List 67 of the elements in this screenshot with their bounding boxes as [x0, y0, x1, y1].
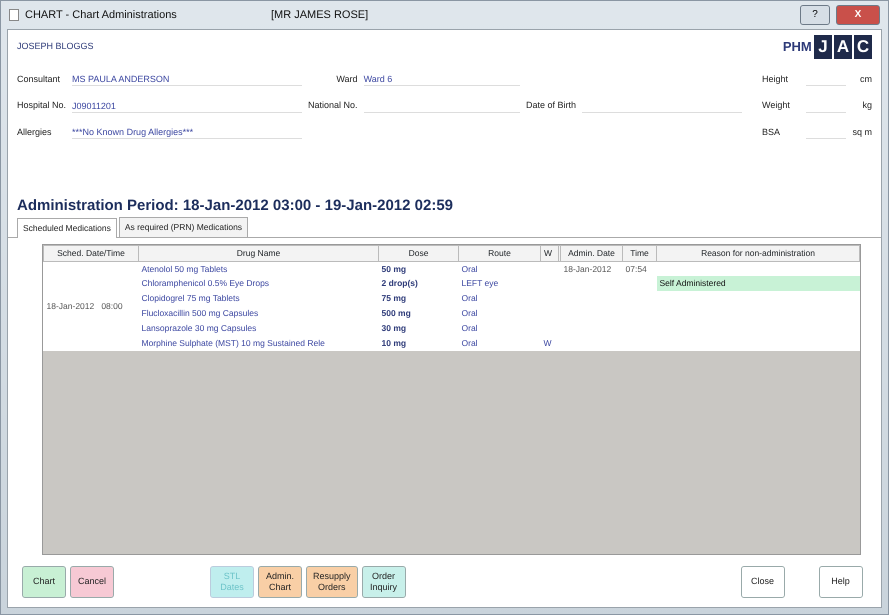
table-cell: Oral — [462, 293, 478, 304]
column-header: Time — [622, 246, 656, 262]
column-header: Dose — [378, 246, 458, 262]
table-cell: 07:54 — [626, 264, 647, 274]
unit-label: sq m — [852, 126, 872, 139]
patient-name: JOSEPH BLOGGS — [17, 40, 94, 53]
field-label: National No. — [308, 99, 358, 112]
field-value: J09011201 — [72, 100, 302, 112]
column-header: Drug Name — [138, 246, 378, 262]
field-label: Date of Birth — [526, 99, 576, 112]
logo-letter: A — [834, 34, 852, 58]
logo-letter: J — [814, 34, 832, 58]
field-label: Consultant — [17, 72, 62, 86]
action-button[interactable]: Cancel — [70, 566, 114, 598]
action-button[interactable]: Admin. Chart — [258, 566, 302, 598]
window-icon — [9, 9, 19, 21]
period-heading: Administration Period: 18-Jan-2012 03:00 - 19-Jan-2012 02:59 — [17, 197, 454, 215]
tab[interactable]: Scheduled Medications — [17, 218, 117, 238]
tab[interactable]: As required (PRN) Medications — [118, 217, 248, 237]
patient-name: [MR JAMES ROSE] — [271, 8, 368, 23]
table-cell: Oral — [462, 323, 478, 334]
field-label: Hospital No. — [17, 99, 66, 112]
field-label: Allergies — [17, 126, 53, 139]
column-header: W — [540, 246, 558, 262]
logo-letter: C — [854, 34, 872, 58]
column-header: Admin. Date — [560, 246, 622, 262]
table-cell: Oral — [462, 338, 478, 348]
table-cell: 18-Jan-2012 — [564, 264, 612, 274]
column-header: Sched. Date/Time — [44, 246, 138, 262]
field-value: ***No Known Drug Allergies*** — [72, 126, 302, 139]
table-cell: Oral — [462, 264, 478, 274]
table-cell: 30 mg — [382, 323, 406, 334]
unit-label: kg — [861, 99, 872, 112]
table-cell: 500 mg — [382, 308, 411, 318]
action-button[interactable]: Close — [740, 566, 784, 598]
measure-label: Height — [762, 72, 790, 86]
table-cell: Morphine Sulphate (MST) 10 mg Sustained Rele — [142, 338, 325, 348]
action-button[interactable]: Order Inquiry — [362, 566, 406, 598]
column-header: Route — [458, 246, 540, 262]
table-cell: Lansoprazole 30 mg Capsules — [142, 323, 256, 334]
table-cell: Flucloxacillin 500 mg Capsules — [142, 308, 258, 318]
field-value: MS PAULA ANDERSON — [72, 73, 302, 86]
reason-cell: Self Administered — [656, 276, 860, 292]
window-title: CHART - Chart Administrations — [25, 8, 178, 23]
window-close-button[interactable]: X — [836, 5, 880, 25]
brand-text: PHM — [782, 38, 812, 56]
action-button[interactable]: Chart — [22, 566, 66, 598]
table-cell: Chloramphenicol 0.5% Eye Drops — [142, 278, 270, 288]
table-cell: Oral — [462, 308, 478, 318]
unit-label: cm — [859, 72, 872, 86]
help-button[interactable]: ? — [800, 5, 830, 25]
table-cell: 50 mg — [382, 264, 406, 274]
table-cell: Atenolol 50 mg Tablets — [142, 264, 228, 274]
table-cell: Clopidogrel 75 mg Tablets — [142, 293, 240, 304]
action-button[interactable]: Resupply Orders — [306, 566, 358, 598]
table-cell: W — [544, 338, 552, 348]
table-cell: 2 drop(s) — [382, 278, 418, 288]
table-cell: 18-Jan-2012 08:00 — [46, 301, 123, 312]
field-label: Ward — [335, 72, 358, 86]
column-header: Reason for non-administration — [656, 246, 860, 262]
action-button[interactable]: Help — [818, 566, 862, 598]
table-cell: 10 mg — [382, 338, 406, 348]
measure-label: Weight — [762, 99, 791, 112]
table-cell: 75 mg — [382, 293, 406, 304]
measure-label: BSA — [762, 126, 782, 138]
field-value: Ward 6 — [364, 73, 520, 86]
table-cell: LEFT eye — [462, 278, 498, 288]
